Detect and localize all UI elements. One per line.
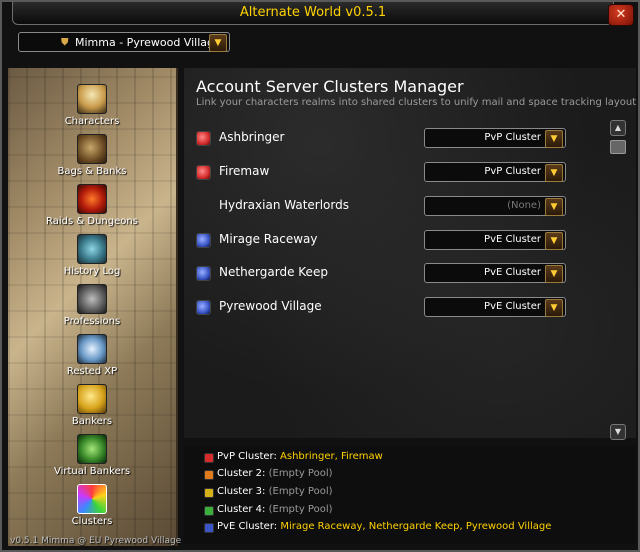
pvp-icon xyxy=(204,453,214,463)
cluster-dropdown[interactable]: PvE Cluster ▼ xyxy=(424,263,566,283)
cluster-dropdown[interactable]: (None) ▼ xyxy=(424,196,566,216)
sidebar-item-label: Rested XP xyxy=(66,366,118,377)
legend-value: (Empty Pool) xyxy=(268,486,333,497)
sidebar-item-label: Characters xyxy=(64,116,120,127)
dragon-icon xyxy=(77,184,107,214)
sidebar-item-label: Virtual Bankers xyxy=(53,466,131,477)
sidebar-item-label: Bags & Banks xyxy=(57,166,127,177)
sidebar-item-history-log[interactable]: History Log xyxy=(8,234,176,284)
character-dropdown[interactable]: ⛊ Mimma - Pyrewood Village ▼ xyxy=(18,32,230,52)
scrollbar-thumb[interactable] xyxy=(610,140,626,154)
version-footer: v0.5.1 Mimma @ EU Pyrewood Village xyxy=(10,536,182,546)
sidebar-item-professions[interactable]: Professions xyxy=(8,284,176,334)
sidebar-item-label: Professions xyxy=(63,316,121,327)
legend-label: Cluster 3: xyxy=(217,486,266,497)
gold-coins-icon xyxy=(77,384,107,414)
chevron-down-icon[interactable]: ▼ xyxy=(545,130,563,148)
pve-icon xyxy=(196,233,211,248)
cluster-2-icon xyxy=(204,470,214,480)
sidebar-item-clusters[interactable]: Clusters xyxy=(8,484,176,534)
cluster-dropdown-value: PvE Cluster xyxy=(484,234,541,245)
moon-icon xyxy=(77,334,107,364)
scroll-up-button[interactable]: ▲ xyxy=(610,120,626,136)
legend-label: Cluster 4: xyxy=(217,504,266,515)
page-title: Account Server Clusters Manager xyxy=(196,77,464,96)
sidebar-item-virtual-bankers[interactable]: Virtual Bankers xyxy=(8,434,176,484)
cluster-dropdown-value: PvP Cluster xyxy=(484,132,541,143)
character-dropdown-value: Mimma - Pyrewood Village xyxy=(75,36,221,49)
cluster-dropdown[interactable]: PvE Cluster ▼ xyxy=(424,230,566,250)
page-subtitle: Link your characters realms into shared … xyxy=(196,97,636,108)
scroll-down-button[interactable]: ▼ xyxy=(610,424,626,440)
legend-label: PvE Cluster: xyxy=(217,521,278,532)
legend-value: (Empty Pool) xyxy=(268,504,333,515)
legend-value: Mirage Raceway, Nethergarde Keep, Pyrewo… xyxy=(280,521,552,532)
realm-row: Pyrewood Village PvE Cluster ▼ xyxy=(196,297,576,319)
cluster-dropdown-value: PvP Cluster xyxy=(484,166,541,177)
realm-name: Mirage Raceway xyxy=(219,232,318,246)
sidebar: Characters Bags & Banks Raids & Dungeons… xyxy=(8,68,178,546)
pvp-icon xyxy=(196,131,211,146)
chevron-down-icon[interactable]: ▼ xyxy=(545,232,563,250)
pvp-icon xyxy=(196,165,211,180)
chevron-down-icon[interactable]: ▼ xyxy=(545,265,563,283)
chevron-down-icon[interactable]: ▼ xyxy=(545,164,563,182)
realm-row: Mirage Raceway PvE Cluster ▼ xyxy=(196,230,576,252)
hourglass-icon xyxy=(77,234,107,264)
legend-label: Cluster 2: xyxy=(217,468,266,479)
sidebar-item-bags-banks[interactable]: Bags & Banks xyxy=(8,134,176,184)
gear-icon xyxy=(77,434,107,464)
cluster-dropdown[interactable]: PvP Cluster ▼ xyxy=(424,128,566,148)
realm-row: Hydraxian Waterlords (None) ▼ xyxy=(196,196,576,218)
sidebar-item-label: Bankers xyxy=(71,416,113,427)
legend-value: Ashbringer, Firemaw xyxy=(280,451,383,462)
close-button[interactable]: ✕ xyxy=(608,4,634,26)
realm-row: Ashbringer PvP Cluster ▼ xyxy=(196,128,576,150)
clusters-icon xyxy=(77,484,107,514)
cluster-dropdown-value: PvE Cluster xyxy=(484,267,541,278)
cluster-dropdown-value: PvE Cluster xyxy=(484,301,541,312)
pve-icon xyxy=(196,300,211,315)
bag-icon xyxy=(77,134,107,164)
title-bar[interactable]: Alternate World v0.5.1 xyxy=(12,2,614,25)
cluster-dropdown[interactable]: PvP Cluster ▼ xyxy=(424,162,566,182)
realm-name: Nethergarde Keep xyxy=(219,265,328,279)
chevron-down-icon[interactable]: ▼ xyxy=(545,198,563,216)
chevron-down-icon[interactable]: ▼ xyxy=(209,34,227,52)
pve-icon xyxy=(204,523,214,533)
cluster-dropdown-value: (None) xyxy=(507,200,541,211)
sidebar-item-label: Raids & Dungeons xyxy=(46,216,138,227)
character-portrait-icon xyxy=(77,84,107,114)
sidebar-item-label: History Log xyxy=(63,266,121,277)
sidebar-item-bankers[interactable]: Bankers xyxy=(8,384,176,434)
main-panel xyxy=(184,68,636,438)
realm-name: Ashbringer xyxy=(219,130,285,144)
legend-label: PvP Cluster: xyxy=(217,451,277,462)
anvil-icon xyxy=(77,284,107,314)
cluster-4-icon xyxy=(204,506,214,516)
cluster-dropdown[interactable]: PvE Cluster ▼ xyxy=(424,297,566,317)
realm-name: Hydraxian Waterlords xyxy=(219,198,349,212)
sidebar-item-characters[interactable]: Characters xyxy=(8,84,176,134)
pve-icon xyxy=(196,266,211,281)
sidebar-item-raids-dungeons[interactable]: Raids & Dungeons xyxy=(8,184,176,234)
realm-row: Firemaw PvP Cluster ▼ xyxy=(196,162,576,184)
legend-value: (Empty Pool) xyxy=(268,468,333,479)
shield-icon: ⛊ xyxy=(61,37,69,48)
realm-name: Pyrewood Village xyxy=(219,299,322,313)
realm-name: Firemaw xyxy=(219,164,270,178)
window-title: Alternate World v0.5.1 xyxy=(239,5,387,20)
cluster-3-icon xyxy=(204,488,214,498)
sidebar-item-rested-xp[interactable]: Rested XP xyxy=(8,334,176,384)
realm-row: Nethergarde Keep PvE Cluster ▼ xyxy=(196,263,576,285)
sidebar-item-label: Clusters xyxy=(71,516,113,527)
chevron-down-icon[interactable]: ▼ xyxy=(545,299,563,317)
